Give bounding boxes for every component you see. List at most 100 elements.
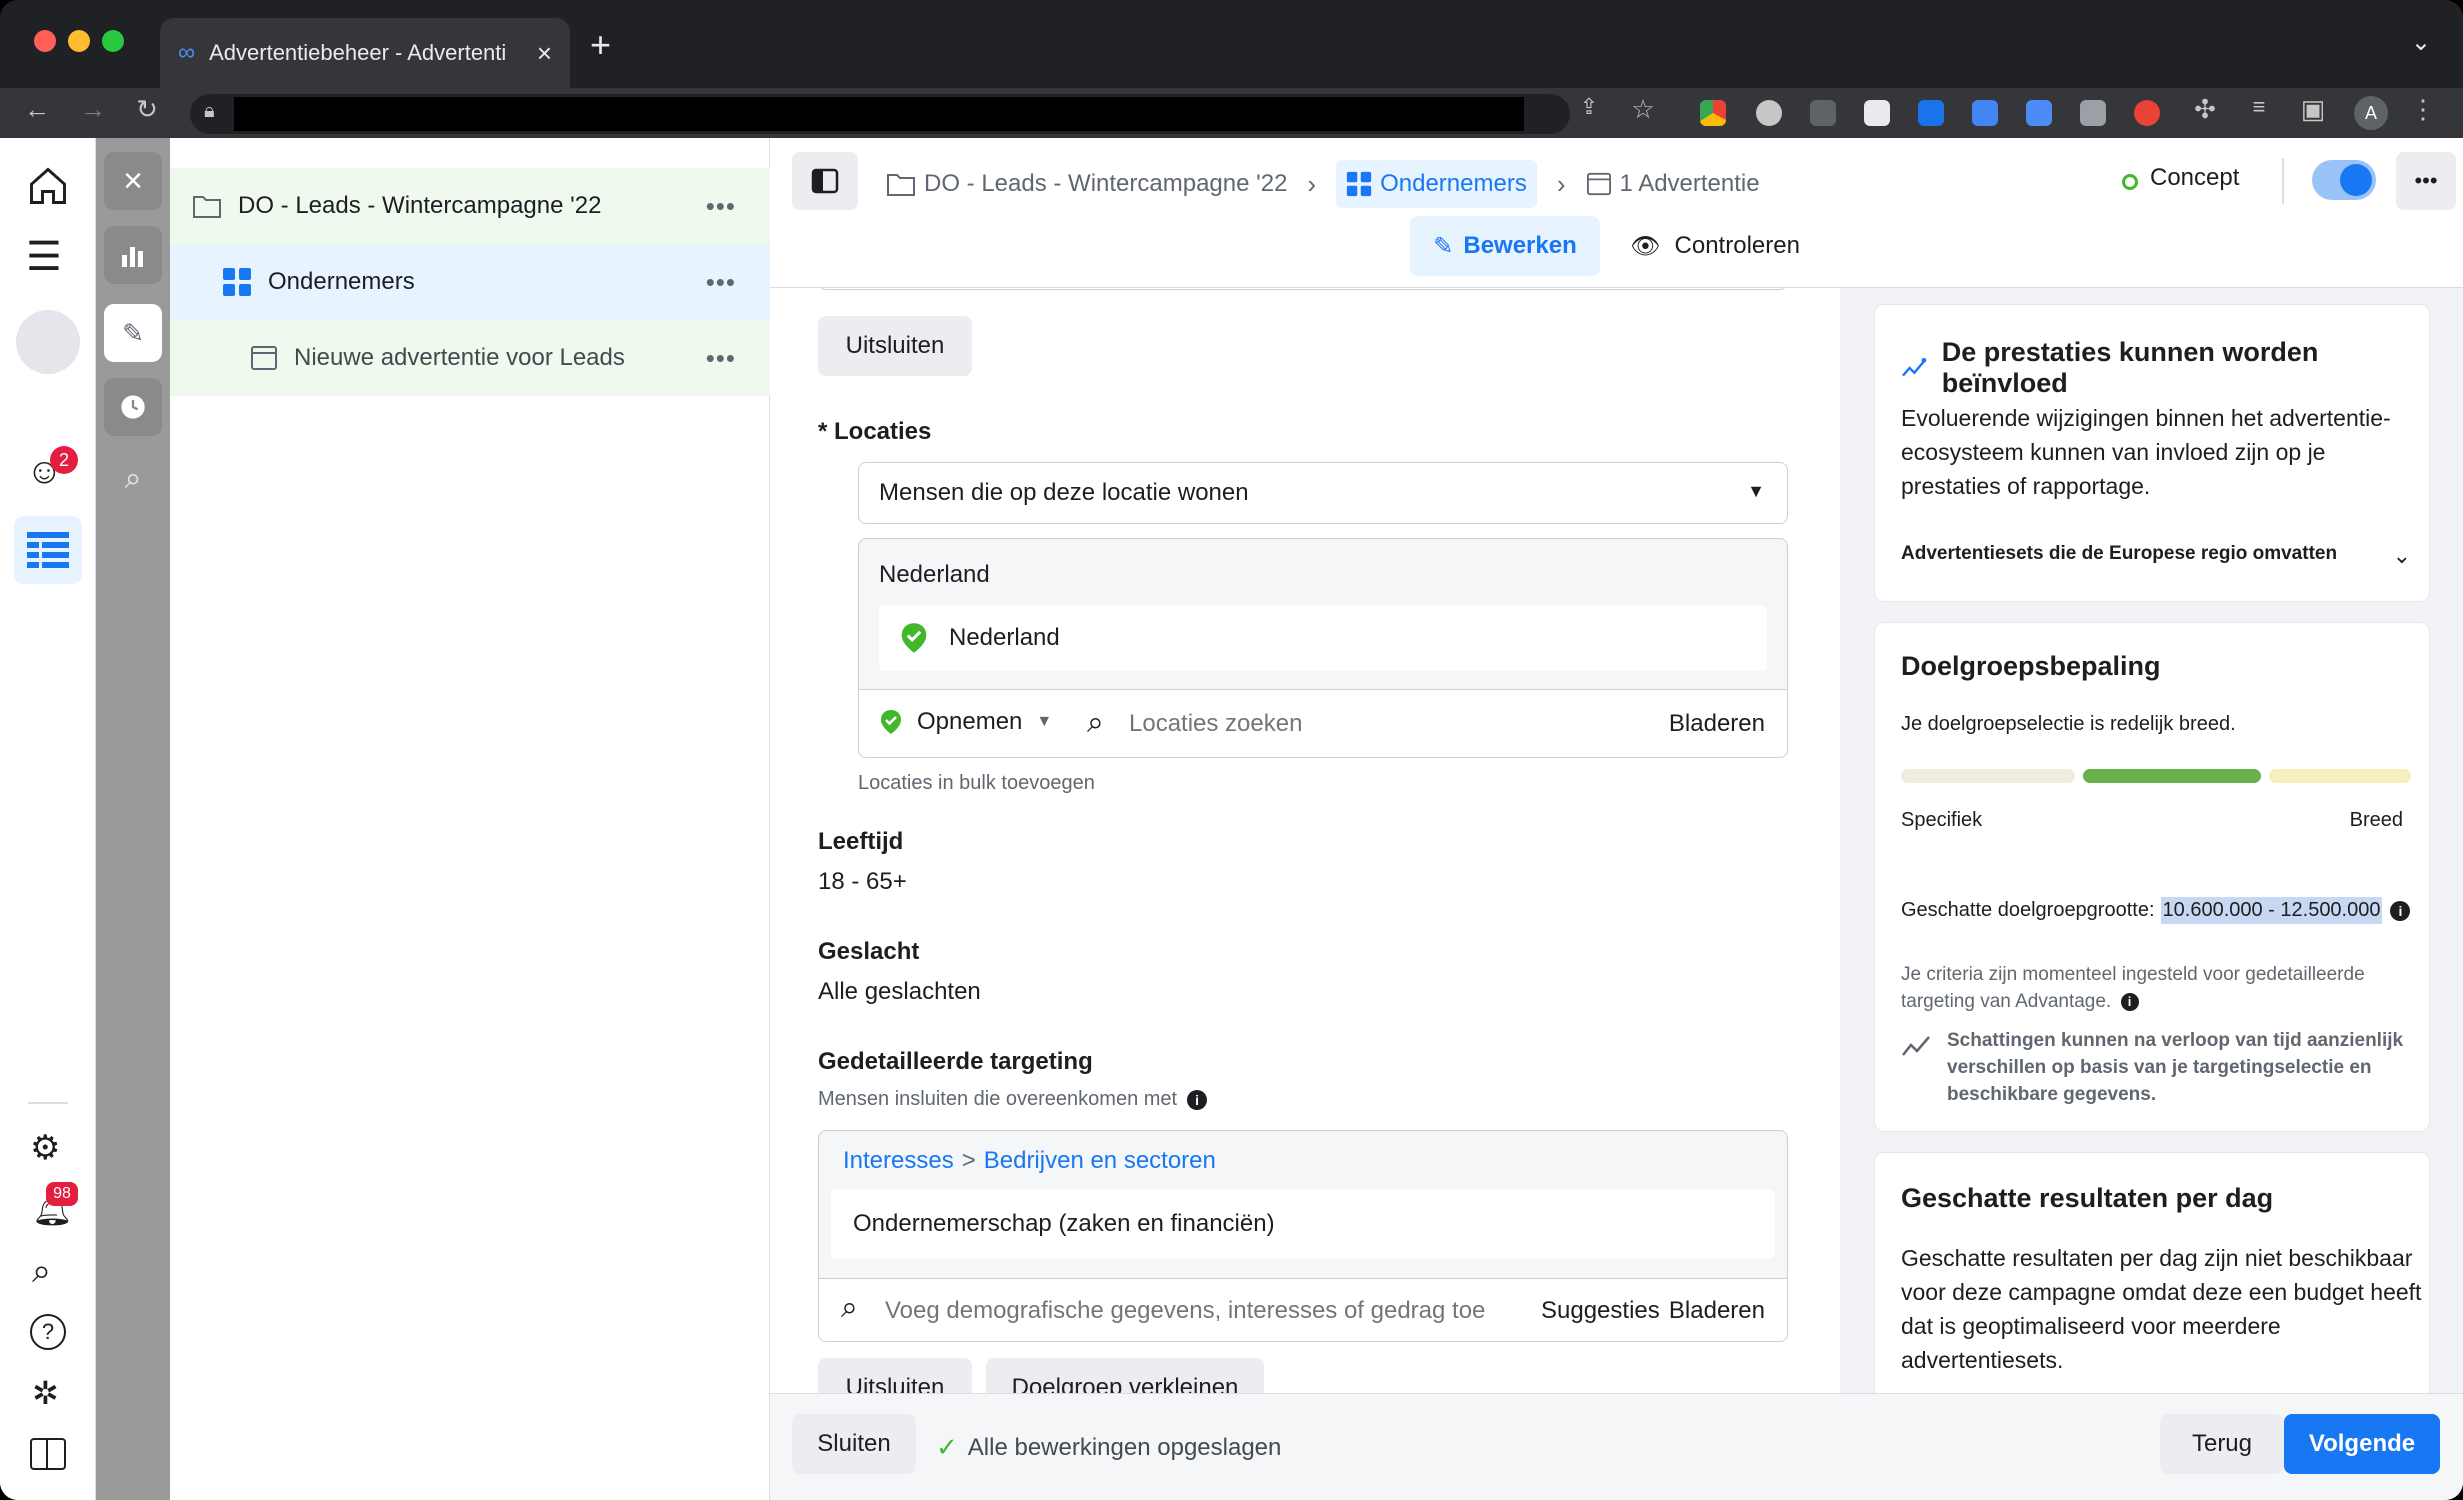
european-region-expander[interactable]: Advertentiesets die de Europese regio om… (1901, 543, 2411, 569)
audience-size-value[interactable]: 10.600.000 - 12.500.000 (2160, 897, 2383, 924)
close-tab-icon[interactable]: × (537, 38, 552, 69)
tree-item-adset[interactable]: Ondernemers ••• (170, 244, 770, 320)
breadcrumb-campaign[interactable]: DO - Leads - Wintercampagne '22 (924, 170, 1287, 198)
account-avatar[interactable] (16, 310, 80, 374)
publish-toggle[interactable] (2312, 160, 2376, 200)
locations-select[interactable]: Mensen die op deze locatie wonen ▼ (858, 462, 1788, 524)
info-icon[interactable]: i (2120, 992, 2139, 1011)
breadcrumb-adset-label: Ondernemers (1380, 170, 1527, 197)
exclude-button[interactable]: Uitsluiten (818, 316, 972, 376)
more-icon[interactable]: ••• (706, 191, 736, 222)
minimize-window-button[interactable] (68, 30, 90, 52)
include-select[interactable]: Opnemen ▼ (879, 708, 1052, 736)
info-icon[interactable]: i (1187, 1089, 1208, 1110)
browser-tabbar: ∞ Advertentiebeheer - Advertenti × + ⌄ (0, 0, 2463, 88)
interest-panel: Interesses > Bedrijven en sectoren Onder… (818, 1130, 1788, 1280)
exclude-button[interactable]: Uitsluiten (818, 1358, 972, 1393)
close-button[interactable]: Sluiten (792, 1414, 916, 1474)
breadcrumb-adset[interactable]: Ondernemers (1336, 160, 1537, 208)
next-button[interactable]: Volgende (2284, 1414, 2440, 1474)
tree-item-ad[interactable]: Nieuwe advertentie voor Leads ••• (170, 320, 770, 396)
status-dot-icon (2122, 174, 2138, 190)
collapse-panel-icon[interactable] (30, 1438, 66, 1470)
location-item[interactable]: Nederland (879, 605, 1767, 671)
extension-icon[interactable] (1700, 100, 1726, 126)
extension-icon[interactable] (2134, 100, 2160, 126)
address-bar[interactable]: 🔒︎ (190, 94, 1570, 134)
extension-icon[interactable] (1918, 100, 1944, 126)
menu-icon[interactable]: ☰ (26, 234, 62, 280)
sidepanel-icon[interactable]: ▣ (2294, 94, 2332, 125)
extension-icon[interactable] (1756, 100, 1782, 126)
location-search-input[interactable] (1129, 704, 1609, 744)
age-label: Leeftijd (818, 828, 904, 855)
include-select-value: Opnemen (917, 708, 1023, 735)
estimate-note: Schattingen kunnen na verloop van tijd a… (1947, 1030, 2404, 1105)
tools-rail: × ✎ ⌕ (96, 138, 170, 1500)
audience-title: Doelgroepsbepaling (1901, 651, 2161, 681)
ad-icon (251, 346, 277, 370)
edit-pencil-icon: ✎ (1433, 232, 1454, 260)
back-button[interactable]: Terug (2160, 1414, 2284, 1474)
maximize-window-button[interactable] (102, 30, 124, 52)
more-options-button[interactable]: ••• (2396, 152, 2456, 210)
browse-link[interactable]: Bladeren (1669, 710, 1765, 738)
info-icon[interactable]: i (2390, 900, 2411, 921)
camera-icon[interactable] (2080, 100, 2106, 126)
browse-link[interactable]: Bladeren (1669, 1297, 1765, 1325)
media-icon[interactable]: ≡ (2240, 94, 2278, 120)
close-window-button[interactable] (34, 30, 56, 52)
close-tools-icon[interactable]: × (104, 152, 162, 210)
tree-item-label: Ondernemers (268, 268, 415, 295)
chevron-right-icon: › (1307, 168, 1317, 199)
history-clock-icon[interactable] (104, 378, 162, 436)
browser-tab[interactable]: ∞ Advertentiebeheer - Advertenti × (160, 18, 570, 88)
sectors-link[interactable]: Bedrijven en sectoren (984, 1147, 1216, 1175)
locations-label: * Locaties (818, 418, 932, 445)
narrow-audience-button[interactable]: Doelgroep verkleinen (986, 1358, 1264, 1393)
tab-review[interactable]: 👁︎ Controleren (1620, 216, 1810, 276)
edit-pencil-icon[interactable]: ✎ (104, 304, 162, 362)
tab-edit[interactable]: ✎ Bewerken (1410, 216, 1600, 276)
audience-size-label: Geschatte doelgroepgrootte: (1901, 899, 2155, 921)
breadcrumb-ad[interactable]: 1 Advertentie (1620, 170, 1760, 198)
daily-results-card: Geschatte resultaten per dag Geschatte r… (1874, 1152, 2430, 1393)
browser-menu-icon[interactable]: ⋮ (2404, 94, 2442, 125)
bar-chart-icon[interactable] (104, 226, 162, 284)
forward-icon[interactable]: → (74, 94, 112, 125)
suggestions-link[interactable]: Suggesties (1541, 1297, 1660, 1325)
ads-manager-table-icon[interactable] (14, 516, 82, 584)
help-icon[interactable]: ? (30, 1314, 66, 1350)
age-value[interactable]: 18 - 65+ (818, 868, 907, 896)
interests-link[interactable]: Interesses (843, 1147, 954, 1175)
demographics-search-input[interactable] (885, 1291, 1525, 1331)
bug-icon[interactable]: ✲ (32, 1374, 59, 1412)
bulk-add-link[interactable]: Locaties in bulk toevoegen (858, 772, 1095, 795)
settings-gear-icon[interactable]: ⚙ (30, 1128, 60, 1168)
tab-list-icon[interactable]: ⌄ (2411, 28, 2431, 57)
more-icon[interactable]: ••• (706, 267, 736, 298)
zoom-search-icon[interactable]: ⌕ (104, 450, 162, 508)
extension-icon[interactable] (2026, 100, 2052, 126)
more-icon[interactable]: ••• (706, 343, 736, 374)
search-icon[interactable]: ⌕ (32, 1252, 51, 1291)
reload-icon[interactable]: ↻ (128, 94, 166, 125)
toggle-panel-icon[interactable] (792, 152, 858, 210)
bookmark-star-icon[interactable]: ☆ (1624, 94, 1662, 125)
extension-icon[interactable] (1864, 100, 1890, 126)
share-icon[interactable]: ⇪ (1570, 94, 1608, 120)
tree-item-campaign[interactable]: DO - Leads - Wintercampagne '22 ••• (170, 168, 770, 244)
back-icon[interactable]: ← (18, 94, 56, 125)
audience-definition-card: Doelgroepsbepaling Je doelgroepselectie … (1874, 622, 2430, 1132)
insights-panel: De prestaties kunnen worden beïnvloed Ev… (1840, 288, 2463, 1393)
profile-avatar[interactable]: A (2354, 96, 2388, 130)
home-icon[interactable] (26, 164, 70, 208)
puzzle-icon[interactable]: ✣ (2186, 94, 2224, 125)
new-tab-button[interactable]: + (590, 24, 611, 66)
extension-icon[interactable] (1972, 100, 1998, 126)
interest-item[interactable]: Ondernemerschap (zaken en financiën) (831, 1189, 1775, 1259)
audience-size: Geschatte doelgroepgrootte: 10.600.000 -… (1901, 897, 2431, 924)
extension-icon[interactable] (1810, 100, 1836, 126)
gender-value[interactable]: Alle geslachten (818, 978, 981, 1006)
specific-label: Specifiek (1901, 809, 1983, 831)
